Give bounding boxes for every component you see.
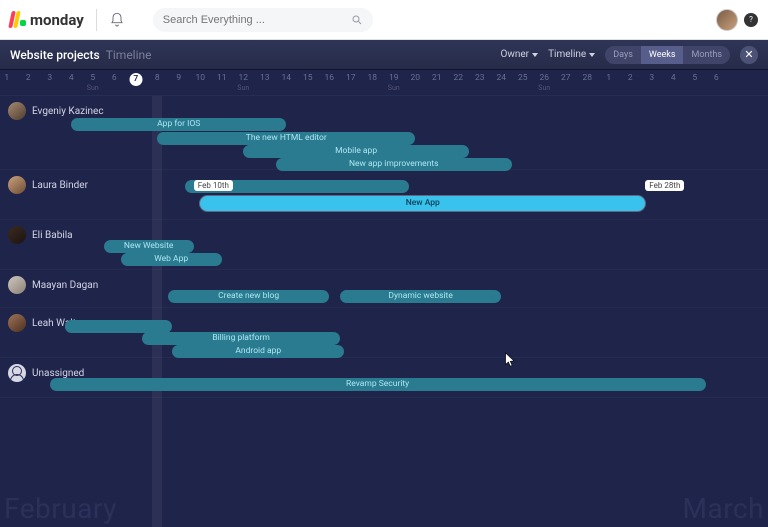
date-tick: 12Sun — [237, 73, 249, 92]
brand-logo[interactable]: monday — [10, 11, 84, 29]
date-tick: 24 — [496, 73, 506, 83]
row-person-name: Unassigned — [32, 368, 84, 379]
avatar — [8, 226, 26, 244]
view-header: Website projects Timeline Owner Timeline… — [0, 40, 768, 70]
avatar — [8, 364, 26, 382]
brand-name: monday — [30, 11, 84, 29]
notifications-icon[interactable] — [109, 12, 125, 28]
date-tick: 20 — [410, 73, 420, 83]
chevron-down-icon — [532, 53, 538, 57]
avatar — [8, 276, 26, 294]
timeline-row: Evgeniy KazinecApp for IOSThe new HTML e… — [0, 96, 768, 170]
timeline-bar[interactable]: Android app — [172, 345, 344, 358]
date-tick: 25 — [518, 73, 528, 83]
top-bar: monday ? — [0, 0, 768, 40]
date-tick: 18 — [367, 73, 377, 83]
timeline-row: Eli Babila New WebsiteWeb App — [0, 220, 768, 270]
board-title[interactable]: Website projects — [10, 48, 100, 62]
close-icon[interactable]: ✕ — [740, 46, 758, 64]
date-tick: 10 — [195, 73, 205, 83]
row-header[interactable]: Maayan Dagan — [8, 276, 98, 294]
date-tick: 17 — [346, 73, 356, 83]
row-person-name: Eli Babila — [32, 230, 73, 241]
timeline-bar[interactable]: The new HTML editor — [157, 132, 415, 145]
row-person-name: Maayan Dagan — [32, 280, 98, 291]
row-header[interactable]: Laura Binder — [8, 176, 88, 194]
help-icon[interactable]: ? — [744, 13, 758, 27]
owner-filter[interactable]: Owner — [500, 49, 538, 60]
avatar — [8, 314, 26, 332]
timeline-row: Laura Binder New App Feb 10th Feb 28th — [0, 170, 768, 220]
date-tick: 23 — [475, 73, 485, 83]
date-tag: Feb 28th — [645, 180, 684, 191]
date-tick: 3 — [649, 73, 654, 83]
date-tick: 7 — [129, 73, 142, 86]
timeline-bar[interactable]: Mobile app — [243, 145, 469, 158]
search-input[interactable] — [163, 14, 351, 26]
view-title: Timeline — [106, 48, 152, 62]
chevron-down-icon — [589, 53, 595, 57]
date-tick: 26Sun — [538, 73, 550, 92]
date-tick: 13 — [260, 73, 270, 83]
date-tick: 2 — [26, 73, 31, 83]
timeline-canvas[interactable]: 12345Sun6789101112Sun13141516171819Sun20… — [0, 70, 768, 527]
search-icon — [351, 14, 363, 26]
current-user-avatar[interactable] — [716, 9, 738, 31]
row-header[interactable]: Eli Babila — [8, 226, 73, 244]
timeline-bar[interactable]: Revamp Security — [50, 378, 706, 391]
timeline-bar[interactable]: App for IOS — [71, 118, 286, 131]
date-tick: 6 — [112, 73, 117, 83]
date-tick: 9 — [176, 73, 181, 83]
top-right: ? — [716, 9, 758, 31]
granularity-weeks[interactable]: Weeks — [641, 46, 684, 64]
date-tick: 11 — [217, 73, 227, 83]
granularity-days[interactable]: Days — [605, 46, 641, 64]
timeline-bar[interactable]: Create new blog — [168, 290, 329, 303]
date-tick: 16 — [324, 73, 334, 83]
date-tick: 8 — [155, 73, 160, 83]
timeline-bar[interactable]: Dynamic website — [340, 290, 501, 303]
brand-logomark — [10, 11, 26, 28]
timeline-row: Leah WaltersBilling platformAndroid app — [0, 308, 768, 358]
date-tick: 6 — [714, 73, 719, 83]
granularity-segmented: Days Weeks Months — [605, 46, 730, 64]
separator — [96, 9, 97, 31]
date-tick: 19Sun — [388, 73, 400, 92]
date-tag: Feb 10th — [194, 180, 233, 191]
date-tick: 15 — [303, 73, 313, 83]
view-selector-label: Timeline — [548, 49, 586, 60]
date-tick: 27 — [561, 73, 571, 83]
timeline-bar[interactable]: Billing platform — [142, 332, 340, 345]
date-tick: 21 — [432, 73, 442, 83]
timeline-bar[interactable]: New App — [200, 196, 645, 211]
date-tick: 1 — [606, 73, 611, 83]
date-tick: 4 — [671, 73, 676, 83]
date-tick: 22 — [453, 73, 463, 83]
date-tick: 5 — [692, 73, 697, 83]
timeline-row: UnassignedRevamp Security — [0, 358, 768, 398]
date-tick: 28 — [582, 73, 592, 83]
date-tick: 4 — [69, 73, 74, 83]
row-person-name: Evgeniy Kazinec — [32, 106, 104, 117]
avatar — [8, 102, 26, 120]
avatar — [8, 176, 26, 194]
date-tick: 14 — [281, 73, 291, 83]
view-selector[interactable]: Timeline — [548, 49, 595, 60]
granularity-months[interactable]: Months — [683, 46, 730, 64]
timeline-bar[interactable]: New Website — [104, 240, 194, 253]
date-tick: 1 — [4, 73, 9, 83]
timeline-row: Maayan Dagan Create new blog Dynamic websi… — [0, 270, 768, 308]
date-ruler: 12345Sun6789101112Sun13141516171819Sun20… — [0, 70, 768, 96]
timeline-bar[interactable]: Web App — [121, 253, 222, 266]
row-person-name: Laura Binder — [32, 180, 88, 191]
date-tick: 2 — [628, 73, 633, 83]
date-tick: 3 — [47, 73, 52, 83]
date-tick: 5Sun — [87, 73, 99, 92]
owner-filter-label: Owner — [500, 49, 529, 60]
global-search[interactable] — [153, 8, 373, 32]
